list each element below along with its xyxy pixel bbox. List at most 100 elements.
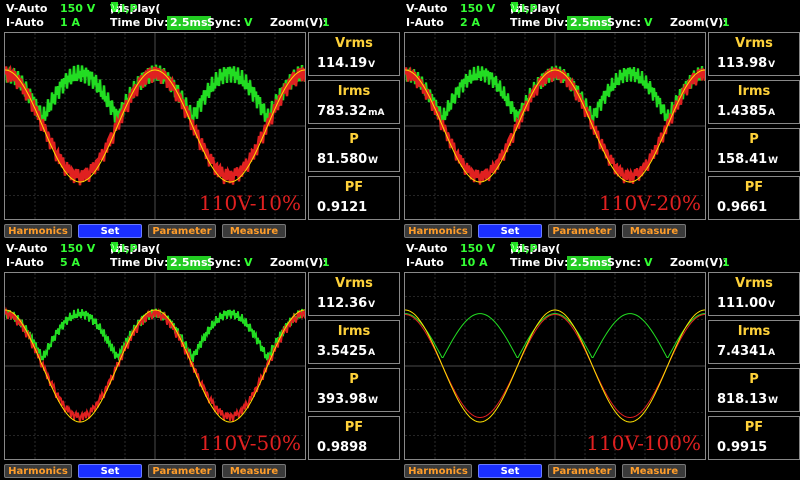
voltage-range-value[interactable]: 150 V [460, 242, 495, 256]
current-range-label: I-Auto [406, 16, 444, 29]
time-div-value[interactable]: 2.5ms [167, 256, 211, 270]
current-range-label: I-Auto [6, 256, 44, 269]
measurement-column: Vrms 114.19V Irms 783.32mA P 81.580W PF … [308, 32, 400, 220]
pf-box[interactable]: PF 0.9661 [708, 176, 800, 220]
irms-box[interactable]: Irms 783.32mA [308, 80, 400, 124]
power-box[interactable]: P 818.13W [708, 368, 800, 412]
parameter-button[interactable]: Parameter [148, 464, 216, 478]
zoom-value[interactable]: 1 [322, 16, 330, 30]
power-box[interactable]: P 81.580W [308, 128, 400, 172]
irms-box[interactable]: Irms 7.4341A [708, 320, 800, 364]
measure-button[interactable]: Measure [622, 464, 686, 478]
current-range-value[interactable]: 5 A [60, 256, 80, 270]
waveform-display: 110V-50% [4, 272, 306, 460]
power-unit: W [768, 396, 779, 406]
time-div-value[interactable]: 2.5ms [167, 16, 211, 30]
pf-box[interactable]: PF 0.9915 [708, 416, 800, 460]
softkey-bar: Harmonics Set Parameter Measure [4, 464, 304, 478]
sync-label: Sync: [607, 16, 641, 29]
softkey-bar: Harmonics Set Parameter Measure [404, 464, 704, 478]
harmonics-button[interactable]: Harmonics [404, 224, 472, 238]
vrms-unit: V [368, 300, 376, 310]
measure-button[interactable]: Measure [222, 224, 286, 238]
voltage-range-value[interactable]: 150 V [60, 2, 95, 16]
power-unit: W [368, 156, 379, 166]
zoom-value[interactable]: 1 [322, 256, 330, 270]
zoom-label: Zoom(V): [670, 16, 728, 29]
harmonics-button[interactable]: Harmonics [4, 464, 72, 478]
irms-box[interactable]: Irms 3.5425A [308, 320, 400, 364]
settings-header: V-Auto 150 V I-Auto 5 A Display(V: I: P:… [0, 240, 400, 272]
time-div-label: Time Div: [110, 16, 169, 29]
set-button[interactable]: Set [478, 464, 542, 478]
sync-value[interactable]: V [644, 16, 653, 30]
sync-label: Sync: [207, 256, 241, 269]
set-button[interactable]: Set [478, 224, 542, 238]
voltage-range-value[interactable]: 150 V [460, 2, 495, 16]
irms-value: 3.5425 [317, 344, 368, 359]
display-channels: V,I,P [510, 242, 538, 255]
vrms-box[interactable]: Vrms 113.98V [708, 32, 800, 76]
sync-value[interactable]: V [244, 256, 253, 270]
harmonics-button[interactable]: Harmonics [404, 464, 472, 478]
power-value: 158.41 [717, 152, 768, 167]
zoom-label: Zoom(V): [670, 256, 728, 269]
vrms-unit: V [368, 60, 376, 70]
waveform-panel-1: V-Auto 150 V I-Auto 1 A Display(V: I: P:… [0, 0, 400, 240]
pf-value: 0.9915 [717, 440, 768, 455]
power-box[interactable]: P 393.98W [308, 368, 400, 412]
measure-button[interactable]: Measure [622, 224, 686, 238]
power-value: 81.580 [317, 152, 368, 167]
set-button[interactable]: Set [78, 464, 142, 478]
zoom-value[interactable]: 1 [722, 256, 730, 270]
display-channels: V,I,P [510, 2, 538, 15]
pf-value: 0.9121 [317, 200, 368, 215]
voltage-range-label: V-Auto [6, 2, 48, 15]
parameter-button[interactable]: Parameter [548, 224, 616, 238]
measurement-column: Vrms 113.98V Irms 1.4385A P 158.41W PF 0… [708, 32, 800, 220]
set-button[interactable]: Set [78, 224, 142, 238]
settings-header: V-Auto 150 V I-Auto 2 A Display(V: I: P:… [400, 0, 800, 32]
pf-label: PF [744, 180, 764, 195]
current-range-value[interactable]: 2 A [460, 16, 480, 30]
time-div-value[interactable]: 2.5ms [567, 256, 611, 270]
zoom-value[interactable]: 1 [722, 16, 730, 30]
parameter-button[interactable]: Parameter [148, 224, 216, 238]
measure-button[interactable]: Measure [222, 464, 286, 478]
power-label: P [349, 132, 359, 147]
irms-unit: mA [368, 108, 385, 118]
parameter-button[interactable]: Parameter [548, 464, 616, 478]
vrms-value: 113.98 [717, 56, 768, 71]
display-channels: V,I,P [110, 2, 138, 15]
vrms-label: Vrms [735, 276, 773, 291]
test-condition-label: 110V-10% [199, 191, 301, 215]
display-channels: V,I,P [110, 242, 138, 255]
test-condition-label: 110V-50% [199, 431, 301, 455]
test-condition-label: 110V-100% [586, 431, 701, 455]
current-range-value[interactable]: 10 A [460, 256, 488, 270]
voltage-range-label: V-Auto [406, 242, 448, 255]
vrms-box[interactable]: Vrms 114.19V [308, 32, 400, 76]
pf-box[interactable]: PF 0.9121 [308, 176, 400, 220]
vrms-value: 114.19 [317, 56, 368, 71]
voltage-range-value[interactable]: 150 V [60, 242, 95, 256]
vrms-box[interactable]: Vrms 112.36V [308, 272, 400, 316]
settings-header: V-Auto 150 V I-Auto 1 A Display(V: I: P:… [0, 0, 400, 32]
sync-value[interactable]: V [644, 256, 653, 270]
irms-box[interactable]: Irms 1.4385A [708, 80, 800, 124]
vrms-box[interactable]: Vrms 111.00V [708, 272, 800, 316]
voltage-range-label: V-Auto [6, 242, 48, 255]
power-unit: W [768, 156, 779, 166]
settings-header: V-Auto 150 V I-Auto 10 A Display(V: I: P… [400, 240, 800, 272]
pf-label: PF [344, 180, 364, 195]
test-condition-label: 110V-20% [599, 191, 701, 215]
vrms-unit: V [768, 300, 776, 310]
current-range-value[interactable]: 1 A [60, 16, 80, 30]
power-box[interactable]: P 158.41W [708, 128, 800, 172]
harmonics-button[interactable]: Harmonics [4, 224, 72, 238]
pf-box[interactable]: PF 0.9898 [308, 416, 400, 460]
time-div-value[interactable]: 2.5ms [567, 16, 611, 30]
vrms-label: Vrms [335, 276, 373, 291]
waveform-display: 110V-100% [404, 272, 706, 460]
sync-value[interactable]: V [244, 16, 253, 30]
